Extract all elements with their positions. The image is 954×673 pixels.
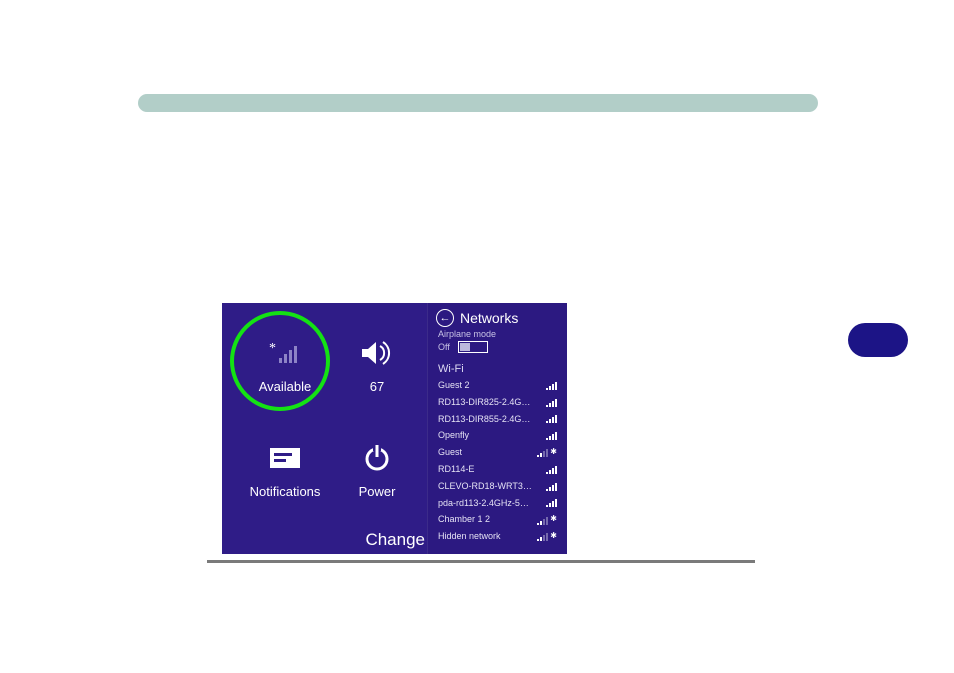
notifications-tile[interactable]: Notifications [240,438,330,499]
wifi-signal-icon: ✱ [537,448,557,458]
wifi-network-item[interactable]: Hidden network ✱ [434,528,561,545]
wifi-heading: Wi-Fi [428,357,567,377]
wifi-signal-icon [546,398,557,407]
wifi-network-item[interactable]: RD113-DIR855-2.4GHZ-6 [434,411,561,428]
wifi-network-name: Guest [438,447,462,458]
airplane-mode-state: Off [438,342,450,352]
svg-text:*: * [269,341,276,356]
power-tile-label: Power [332,484,422,499]
wifi-signal-icon [546,465,557,474]
wifi-network-name: Openfly [438,430,469,441]
wifi-network-name: RD113-DIR825-2.4GHZ [438,397,533,408]
back-icon[interactable]: ← [436,309,454,327]
volume-tile-label: 67 [332,379,422,394]
networks-header: ← Networks [428,303,567,329]
power-tile[interactable]: Power [332,438,422,499]
wifi-network-list: Guest 2 RD113-DIR825-2.4GHZ RD113-DIR855-2… [428,377,567,545]
wifi-network-name: Hidden network [438,531,501,542]
wifi-network-name: pda-rd113-2.4GHz-50Mb [438,498,533,509]
wifi-network-item[interactable]: RD113-DIR825-2.4GHZ [434,394,561,411]
wifi-signal-icon [546,381,557,390]
wifi-network-item[interactable]: Guest ✱ [434,444,561,461]
notifications-icon [240,438,330,478]
settings-charm-panel: * Available 67 [222,303,427,554]
horizontal-rule [207,560,755,563]
network-tile-label: Available [240,379,330,394]
volume-tile[interactable]: 67 [332,333,422,394]
airplane-mode-section: Airplane mode Off [428,329,567,357]
change-pc-settings-link[interactable]: Change [365,530,425,550]
lock-icon: ✱ [550,514,557,524]
wifi-network-name: RD114-E [438,464,474,475]
network-tile[interactable]: * Available [240,333,330,394]
wifi-network-item[interactable]: RD114-E [434,461,561,478]
speaker-icon [332,333,422,373]
lock-icon: ✱ [550,447,557,457]
airplane-mode-heading: Airplane mode [438,329,557,339]
wifi-network-item[interactable]: Openfly [434,427,561,444]
airplane-mode-toggle[interactable] [458,341,488,353]
wifi-network-item[interactable]: Guest 2 [434,377,561,394]
wifi-signal-icon [546,482,557,491]
wifi-network-name: Guest 2 [438,380,470,391]
wifi-network-name: CLEVO-RD18-WRT300N2 [438,481,533,492]
notifications-tile-label: Notifications [240,484,330,499]
networks-flyout: ← Networks Airplane mode Off Wi-Fi Guest… [427,303,567,554]
networks-title: Networks [460,310,518,326]
wifi-signal-icon [546,414,557,423]
wifi-signal-icon [546,431,557,440]
wifi-network-name: RD113-DIR855-2.4GHZ-6 [438,414,533,425]
wifi-network-item[interactable]: pda-rd113-2.4GHz-50Mb [434,495,561,512]
wifi-network-name: Chamber 1 2 [438,514,490,525]
wifi-signal-icon: ✱ [537,532,557,542]
wifi-available-icon: * [240,333,330,373]
wifi-signal-icon: ✱ [537,515,557,525]
lock-icon: ✱ [550,531,557,541]
decorative-pill [848,323,908,357]
wifi-network-item[interactable]: CLEVO-RD18-WRT300N2 [434,478,561,495]
power-icon [332,438,422,478]
decorative-bar [138,94,818,112]
wifi-network-item[interactable]: Chamber 1 2 ✱ [434,511,561,528]
screenshot-composite: * Available 67 [222,303,567,554]
wifi-signal-icon [546,498,557,507]
